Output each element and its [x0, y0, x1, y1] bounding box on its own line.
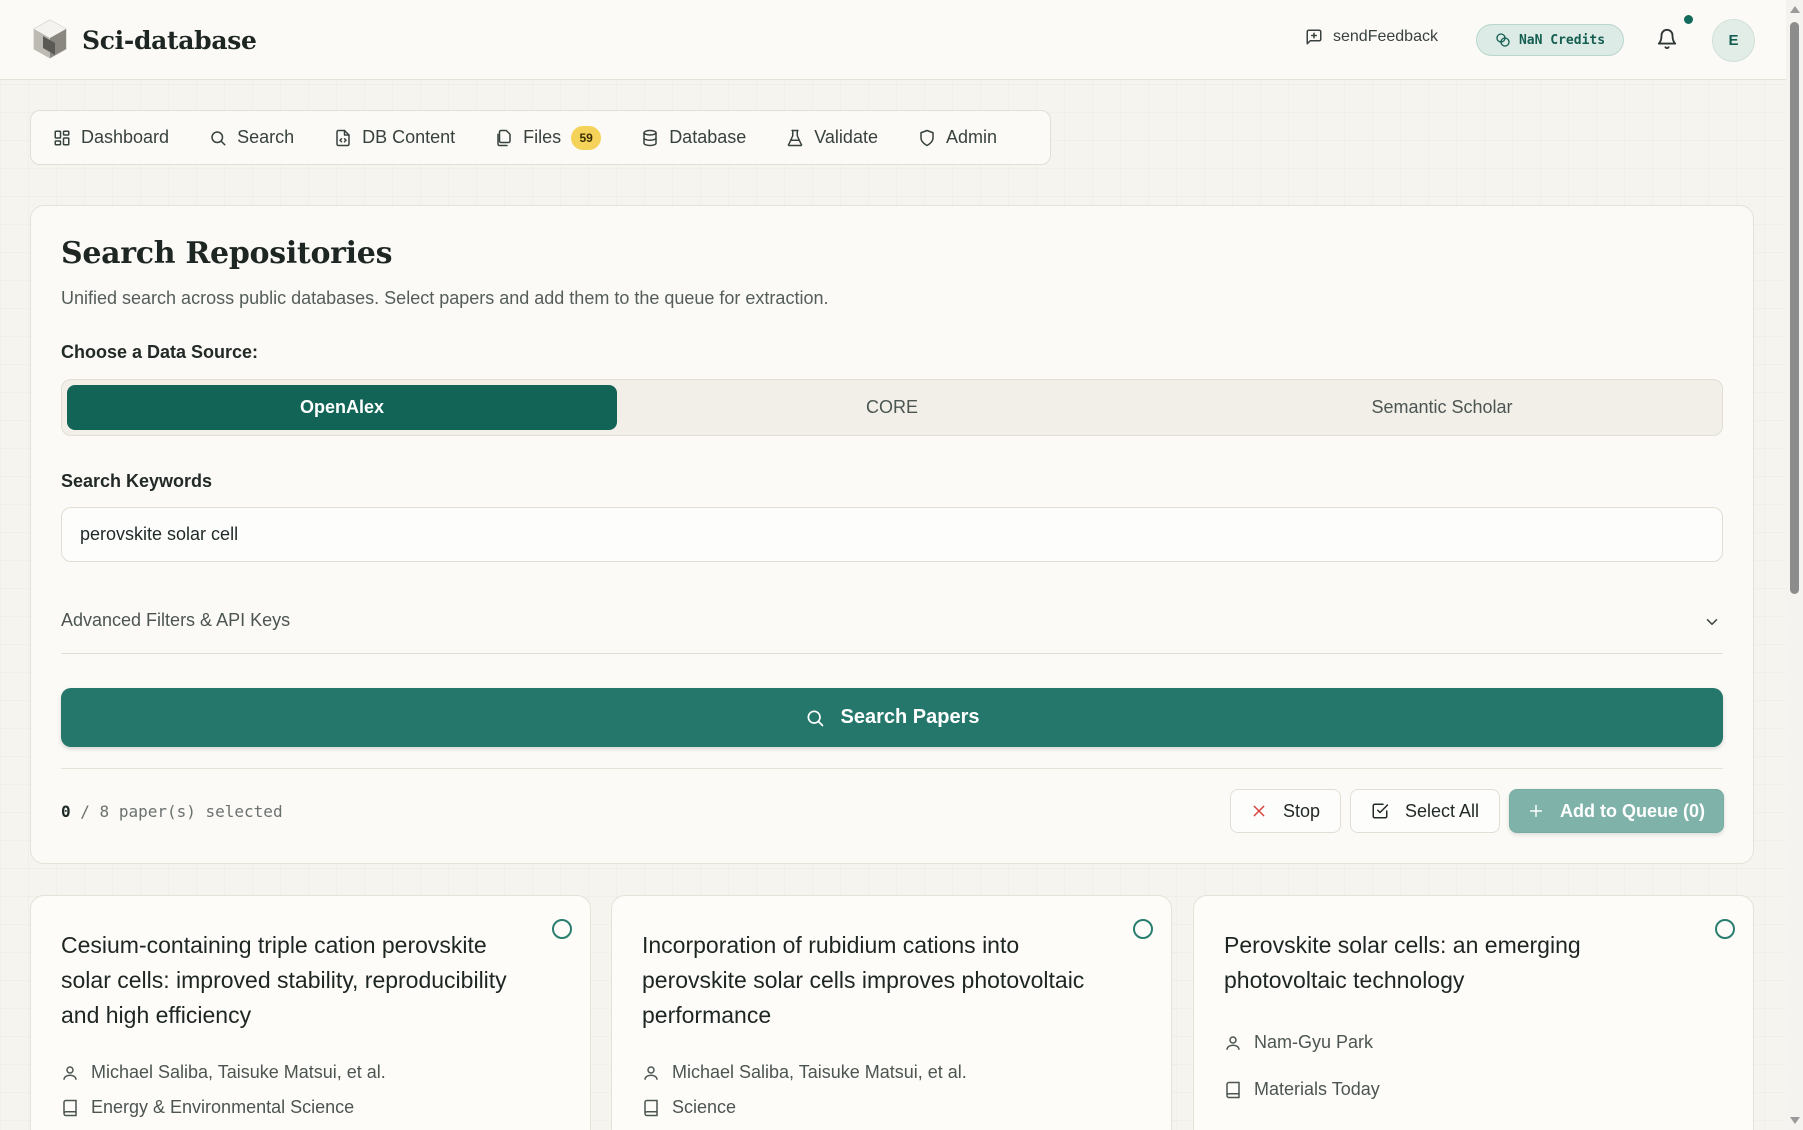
journal-text: Science [672, 1097, 737, 1117]
keywords-label: Search Keywords [61, 471, 213, 491]
paper-journal: Energy & Environmental Science [61, 1097, 354, 1118]
page-subtitle: Unified search across public databases. … [61, 288, 829, 308]
data-source-selector: OpenAlex CORE Semantic Scholar [61, 379, 1723, 436]
scroll-thumb[interactable] [1790, 22, 1799, 594]
search-papers-label: Search Papers [840, 706, 980, 728]
add-to-queue-label: Add to Queue (0) [1560, 800, 1705, 821]
user-icon [644, 1065, 658, 1080]
nav-label: Validate [814, 127, 878, 147]
shield-icon [920, 129, 934, 146]
files-icon [497, 129, 511, 146]
user-icon [1226, 1035, 1240, 1050]
main-nav: Dashboard Search DB Content Files 59 Dat… [30, 110, 1051, 165]
credits-label: NaN Credits [1518, 32, 1606, 48]
nav-item-files[interactable]: Files 59 [495, 111, 602, 164]
user-icon [63, 1065, 77, 1080]
select-paper-radio[interactable] [1715, 919, 1735, 939]
journal-text: Materials Today [1254, 1079, 1380, 1099]
logo-icon [33, 19, 67, 59]
paper-authors: Nam-Gyu Park [1224, 1032, 1373, 1053]
paper-title: Cesium-containing triple cation perovski… [61, 932, 507, 1028]
paper-authors: Michael Saliba, Taisuke Matsui, et al. [642, 1062, 967, 1083]
source-option-semantic-scholar[interactable]: Semantic Scholar [1167, 385, 1717, 430]
data-source-label: Choose a Data Source: [61, 342, 259, 362]
paper-card[interactable]: Cesium-containing triple cation perovski… [30, 895, 591, 1130]
nav-item-search[interactable]: Search [209, 111, 294, 164]
app-name: Sci-database [82, 25, 257, 55]
stop-button[interactable]: Stop [1230, 789, 1341, 833]
journal-text: Energy & Environmental Science [91, 1097, 355, 1117]
nav-label: DB Content [362, 127, 456, 147]
nav-item-db-content[interactable]: DB Content [334, 111, 455, 164]
nav-label: Database [669, 127, 747, 147]
file-code-icon [336, 129, 350, 146]
paper-card[interactable]: Incorporation of rubidium cations into p… [611, 895, 1172, 1130]
search-panel: Search Repositories Unified search acros… [30, 205, 1754, 864]
book-icon [644, 1099, 658, 1116]
selected-number: 0 [61, 802, 71, 821]
nav-label: Dashboard [81, 127, 170, 147]
authors-text: Nam-Gyu Park [1254, 1032, 1374, 1052]
nav-item-validate[interactable]: Validate [786, 111, 878, 164]
scroll-up-icon[interactable] [1790, 6, 1800, 13]
nav-item-database[interactable]: Database [641, 111, 746, 164]
paper-journal: Materials Today [1224, 1079, 1380, 1100]
files-count-badge: 59 [571, 125, 602, 150]
credits-badge[interactable]: NaN Credits [1476, 24, 1624, 56]
selection-count: 0 / 8 paper(s) selected [61, 802, 283, 821]
chevron-down-icon [1706, 619, 1718, 625]
nav-label: Admin [945, 127, 997, 147]
search-icon [211, 130, 226, 145]
search-icon [807, 710, 823, 726]
source-option-openalex[interactable]: OpenAlex [67, 385, 617, 430]
feedback-icon [1306, 29, 1322, 45]
nav-label: Files [523, 127, 562, 147]
grid-icon [54, 130, 70, 145]
top-bar: Sci-database sendFeedback NaN Credits E [0, 0, 1786, 80]
authors-text: Michael Saliba, Taisuke Matsui, et al. [672, 1062, 967, 1082]
advanced-filters-toggle[interactable]: Advanced Filters & API Keys [61, 601, 1723, 654]
nav-item-admin[interactable]: Admin [918, 111, 997, 164]
plus-icon [1529, 804, 1543, 818]
checkbox-icon [1372, 803, 1389, 819]
paper-card[interactable]: Perovskite solar cells: an emerging phot… [1193, 895, 1754, 1130]
coins-icon [1496, 33, 1510, 47]
avatar[interactable]: E [1712, 19, 1755, 62]
select-all-button[interactable]: Select All [1350, 789, 1500, 833]
select-paper-radio[interactable] [1133, 919, 1153, 939]
paper-authors: Michael Saliba, Taisuke Matsui, et al. [61, 1062, 386, 1083]
paper-journal: Science [642, 1097, 736, 1118]
search-papers-button[interactable]: Search Papers [61, 688, 1723, 747]
advanced-filters-label: Advanced Filters & API Keys [61, 610, 291, 630]
paper-title: Incorporation of rubidium cations into p… [642, 932, 1085, 1028]
database-icon [643, 129, 657, 146]
notification-dot [1684, 15, 1693, 24]
feedback-label: sendFeedback [1333, 28, 1438, 45]
nav-item-dashboard[interactable]: Dashboard [53, 111, 169, 164]
brand[interactable]: Sci-database [30, 18, 257, 62]
stop-label: Stop [1282, 800, 1321, 821]
close-icon [1253, 805, 1265, 817]
book-icon [63, 1099, 77, 1116]
flask-icon [788, 129, 803, 146]
divider [61, 768, 1723, 769]
add-to-queue-button[interactable]: Add to Queue (0) [1509, 789, 1724, 833]
select-paper-radio[interactable] [552, 919, 572, 939]
paper-title: Perovskite solar cells: an emerging phot… [1224, 932, 1581, 993]
keywords-input[interactable] [61, 507, 1723, 562]
scroll-down-icon[interactable] [1790, 1117, 1800, 1124]
scrollbar[interactable] [1786, 0, 1803, 1130]
source-option-core[interactable]: CORE [617, 385, 1167, 430]
send-feedback-button[interactable]: sendFeedback [1305, 28, 1438, 46]
bell-icon[interactable] [1656, 28, 1678, 50]
page-title: Search Repositories [61, 236, 393, 271]
nav-label: Search [237, 127, 295, 147]
selected-suffix: / 8 paper(s) selected [80, 802, 283, 821]
authors-text: Michael Saliba, Taisuke Matsui, et al. [91, 1062, 386, 1082]
book-icon [1226, 1081, 1240, 1098]
select-all-label: Select All [1404, 800, 1480, 821]
